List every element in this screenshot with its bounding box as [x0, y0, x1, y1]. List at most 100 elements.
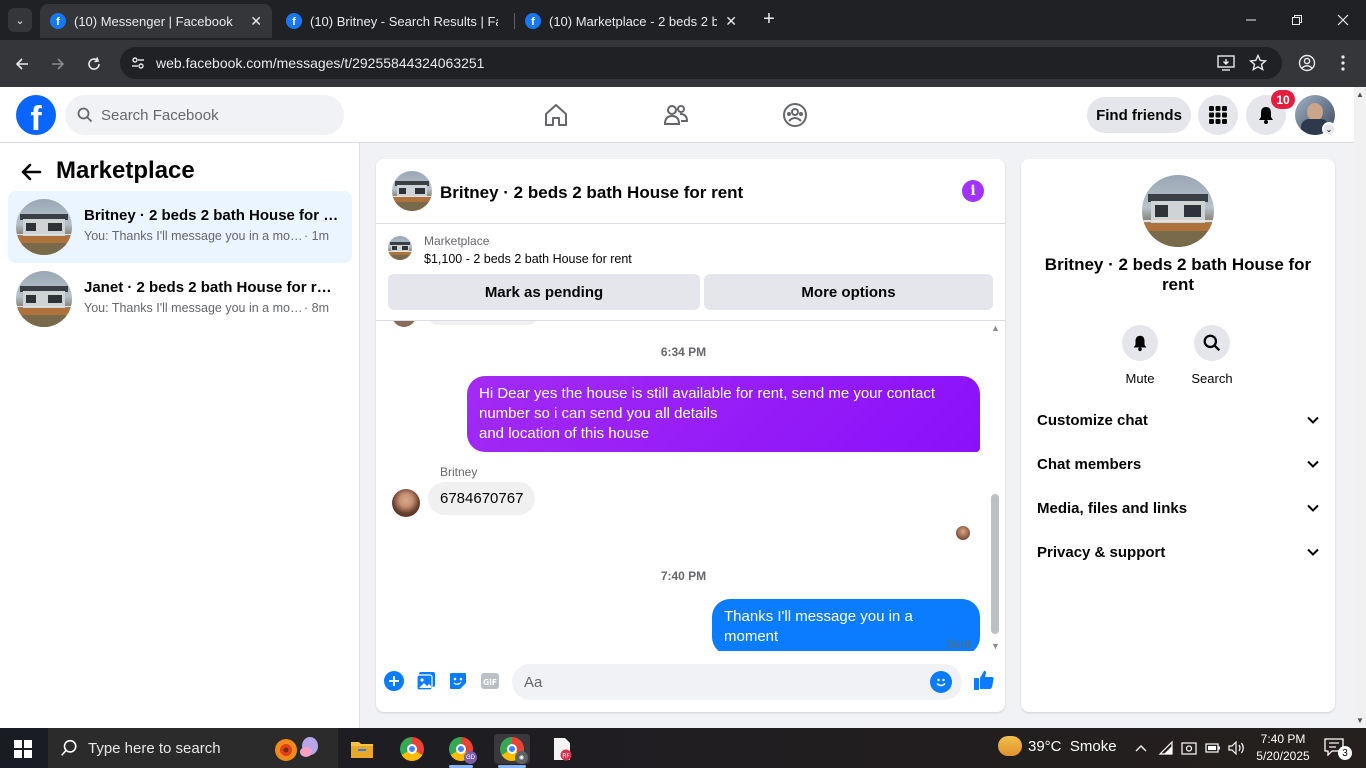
tab-marketplace[interactable]: f (10) Marketplace - 2 beds 2 bat ✕	[515, 4, 747, 38]
show-hidden-icons-chevron-up-icon[interactable]	[1132, 738, 1150, 758]
media-files-links-section[interactable]: Media, files and links	[1021, 486, 1335, 530]
close-window-button[interactable]	[1320, 6, 1366, 34]
clock-date: 5/20/2025	[1256, 749, 1310, 763]
weather-widget[interactable]: 39°C Smoke	[998, 736, 1117, 756]
conversation-preview: You: Thanks I'll message you in a moment	[84, 229, 304, 243]
scroll-down-arrow-icon[interactable]: ▼	[991, 641, 1000, 651]
tab-britney-search[interactable]: f (10) Britney - Search Results | Fa	[276, 4, 508, 38]
find-friends-button[interactable]: Find friends	[1087, 97, 1191, 133]
more-actions-plus-icon[interactable]	[383, 670, 405, 692]
chrome-icon	[400, 737, 424, 761]
facebook-search[interactable]	[65, 95, 344, 135]
gif-icon[interactable]: GIF	[479, 670, 501, 692]
taskbar-file-explorer[interactable]	[346, 734, 378, 764]
profile-icon[interactable]	[1296, 52, 1318, 74]
bookmark-star-icon[interactable]	[1247, 52, 1269, 74]
message-status: Sent	[946, 637, 971, 651]
scroll-down-arrow-icon[interactable]: ▼	[1356, 716, 1364, 725]
nav-friends[interactable]	[662, 101, 690, 129]
britney-avatar[interactable]	[392, 489, 420, 517]
new-tab-button[interactable]: +	[758, 8, 780, 30]
mute-action[interactable]: Mute	[1110, 325, 1170, 386]
close-icon	[1337, 14, 1349, 26]
listing-mini-thumbnail[interactable]	[388, 236, 412, 260]
windows-start-icon[interactable]	[14, 740, 32, 758]
volume-icon[interactable]	[1228, 738, 1246, 758]
mark-as-pending-button[interactable]: Mark as pending	[388, 274, 700, 310]
back-button[interactable]	[9, 51, 35, 77]
scroll-thumb[interactable]	[991, 494, 999, 634]
conversation-item-janet[interactable]: Janet · 2 beds 2 bath House for rent You…	[8, 263, 352, 335]
incoming-message[interactable]: 6784670767	[428, 482, 536, 515]
page-scrollbar[interactable]: ▲ ▼	[1354, 87, 1366, 728]
action-center-button[interactable]: 3	[1324, 738, 1352, 760]
taskbar-chrome[interactable]	[396, 734, 428, 764]
restore-icon	[1292, 15, 1302, 25]
account-chevron-down-icon[interactable]: ⌄	[1322, 122, 1336, 136]
marketplace-listing-bar: Marketplace $1,100 - 2 beds 2 bath House…	[376, 224, 1005, 321]
more-options-button[interactable]: More options	[704, 274, 993, 310]
tab-title: (10) Messenger | Facebook	[74, 13, 233, 29]
outgoing-message[interactable]: Hi Dear yes the house is still available…	[467, 376, 980, 452]
sticker-icon[interactable]	[447, 670, 469, 692]
seen-indicator-avatar	[956, 526, 970, 540]
back-arrow-icon[interactable]	[20, 161, 44, 183]
message-timestamp: 7:40 PM	[660, 569, 707, 583]
chat-panel: Britney · 2 beds 2 bath House for rent i…	[376, 159, 1005, 712]
chat-scrollbar[interactable]: ▲ ▼	[989, 321, 1001, 651]
conversation-info-icon[interactable]: i	[962, 180, 984, 202]
bell-icon[interactable]	[1122, 325, 1158, 361]
forward-button[interactable]	[45, 51, 71, 77]
taskbar-pdf-app[interactable]: RF	[546, 734, 578, 764]
customize-chat-section[interactable]: Customize chat	[1021, 398, 1335, 442]
chat-listing-thumbnail[interactable]	[392, 171, 432, 211]
mute-label: Mute	[1125, 371, 1155, 386]
conversation-preview: You: Thanks I'll message you in a moment	[84, 301, 304, 315]
search-action[interactable]: Search	[1182, 325, 1242, 386]
battery-icon[interactable]	[1204, 738, 1222, 758]
chevron-down-icon	[1307, 416, 1319, 424]
conversation-item-britney[interactable]: Britney · 2 beds 2 bath House for rent Y…	[8, 191, 352, 263]
minimize-button[interactable]	[1228, 6, 1274, 34]
groups-icon	[783, 103, 807, 127]
attach-photo-icon[interactable]	[415, 670, 437, 692]
tab-messenger[interactable]: f (10) Messenger | Facebook ✕	[40, 4, 272, 38]
scroll-up-arrow-icon[interactable]: ▲	[991, 323, 1000, 333]
url-text[interactable]: web.facebook.com/messages/t/292558443240…	[156, 55, 484, 71]
tab-search-button[interactable]: ⌄	[8, 8, 32, 32]
facebook-search-input[interactable]	[101, 106, 321, 124]
privacy-support-section[interactable]: Privacy & support	[1021, 530, 1335, 574]
taskbar-chrome-profile-gd[interactable]: GD	[445, 734, 477, 764]
emoji-icon[interactable]	[930, 671, 952, 693]
chat-title[interactable]: Britney · 2 beds 2 bath House for rent	[440, 183, 743, 203]
thumbs-up-icon[interactable]	[972, 668, 996, 692]
listing-large-thumbnail[interactable]	[1142, 175, 1214, 247]
reload-button[interactable]	[81, 51, 107, 77]
scroll-up-arrow-icon[interactable]: ▲	[1356, 90, 1364, 99]
search-icon[interactable]	[1194, 325, 1230, 361]
facebook-favicon-icon: f	[286, 13, 302, 29]
taskbar-chrome-active[interactable]: ◉	[494, 734, 530, 764]
nav-groups[interactable]	[781, 101, 809, 129]
listing-price-title[interactable]: $1,100 - 2 beds 2 bath House for rent	[424, 252, 632, 266]
svg-text:RF: RF	[562, 753, 570, 760]
close-tab-icon[interactable]: ✕	[725, 13, 737, 30]
close-tab-icon[interactable]: ✕	[250, 13, 262, 30]
taskbar-clock[interactable]: 7:40 PM 5/20/2025	[1250, 731, 1316, 765]
browser-menu-icon[interactable]	[1332, 52, 1354, 74]
outgoing-message[interactable]: Thanks I'll message you in a moment	[712, 599, 980, 651]
restore-button[interactable]	[1274, 6, 1320, 34]
weather-text: 39°C Smoke	[1028, 737, 1117, 755]
address-bar[interactable]: web.facebook.com/messages/t/292558443240…	[120, 47, 1282, 79]
wifi-icon[interactable]	[1157, 738, 1175, 758]
site-settings-icon[interactable]	[120, 55, 156, 71]
security-icon[interactable]	[1180, 738, 1198, 758]
chat-members-section[interactable]: Chat members	[1021, 442, 1335, 486]
arrow-right-icon	[52, 58, 65, 70]
install-app-icon[interactable]	[1215, 52, 1237, 74]
facebook-logo-icon[interactable]: f	[16, 95, 56, 135]
message-composer[interactable]	[512, 664, 962, 700]
nav-home[interactable]	[542, 101, 570, 129]
menu-button[interactable]	[1198, 95, 1238, 135]
message-input[interactable]	[524, 673, 914, 691]
